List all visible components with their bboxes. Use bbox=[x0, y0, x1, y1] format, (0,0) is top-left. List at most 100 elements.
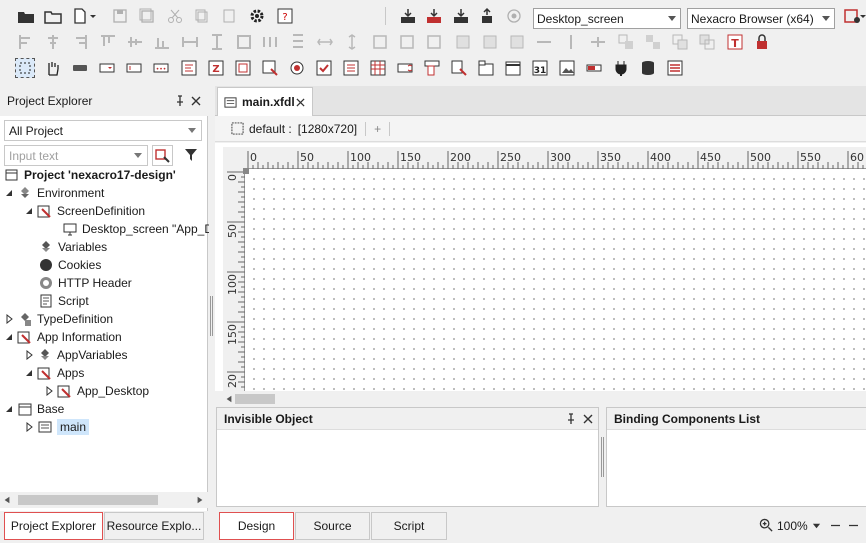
radio-component-icon[interactable] bbox=[287, 58, 307, 78]
listview-component-icon[interactable] bbox=[665, 58, 685, 78]
tree-item-environment[interactable]: Environment bbox=[4, 184, 104, 202]
tree-item-screendefinition[interactable]: ScreenDefinition bbox=[24, 202, 145, 220]
zoom-in-icon[interactable] bbox=[848, 521, 858, 530]
filter-icon[interactable] bbox=[184, 148, 198, 162]
hand-tool-icon[interactable] bbox=[43, 58, 63, 78]
save-icon[interactable] bbox=[110, 6, 130, 26]
stop-icon[interactable] bbox=[504, 6, 524, 26]
add-screen-button[interactable]: + bbox=[374, 122, 381, 136]
fit-top-icon[interactable] bbox=[453, 32, 473, 52]
collapse-arrow-icon[interactable] bbox=[24, 206, 34, 216]
anchor-right-icon[interactable] bbox=[397, 32, 417, 52]
same-size-icon[interactable] bbox=[234, 32, 254, 52]
move-center-icon[interactable] bbox=[588, 32, 608, 52]
grid-component-icon[interactable] bbox=[368, 58, 388, 78]
close-tab-icon[interactable] bbox=[296, 98, 305, 107]
form-canvas[interactable] bbox=[243, 168, 866, 391]
tree-horizontal-scrollbar[interactable] bbox=[0, 492, 208, 508]
dataset-component-icon[interactable] bbox=[638, 58, 658, 78]
align-middle-icon[interactable] bbox=[125, 32, 145, 52]
tree-item-script[interactable]: Script bbox=[38, 292, 89, 310]
zoom-control[interactable]: 100% bbox=[759, 518, 858, 533]
launch-browser-icon[interactable] bbox=[842, 6, 862, 26]
tree-item-app-information[interactable]: App Information bbox=[4, 328, 122, 346]
collapse-arrow-icon[interactable] bbox=[24, 368, 34, 378]
paste-icon[interactable] bbox=[219, 6, 239, 26]
tree-item-desktop-screen[interactable]: Desktop_screen "App_D bbox=[62, 220, 213, 238]
pin-icon[interactable] bbox=[174, 95, 186, 107]
expand-arrow-icon[interactable] bbox=[44, 386, 54, 396]
popupdiv-component-icon[interactable] bbox=[260, 58, 280, 78]
edit-component-icon[interactable] bbox=[124, 58, 144, 78]
send-back-icon[interactable] bbox=[697, 32, 717, 52]
form-origin-handle[interactable] bbox=[243, 168, 249, 174]
tree-item-main[interactable]: main bbox=[24, 418, 90, 436]
progressbar-component-icon[interactable] bbox=[584, 58, 604, 78]
fit-all-icon[interactable] bbox=[507, 32, 527, 52]
plugin-component-icon[interactable] bbox=[611, 58, 631, 78]
text-tool-icon[interactable]: T bbox=[725, 32, 745, 52]
popupmenu-component-icon[interactable] bbox=[449, 58, 469, 78]
tab-resource-explorer[interactable]: Resource Explo... bbox=[104, 512, 204, 540]
tree-item-app-desktop[interactable]: App_Desktop bbox=[44, 382, 149, 400]
tree-item-apps[interactable]: Apps bbox=[24, 364, 84, 382]
move-vertical-icon[interactable] bbox=[561, 32, 581, 52]
tree-item-project[interactable]: Project 'nexacro17-design' bbox=[4, 166, 176, 184]
copy-icon[interactable] bbox=[192, 6, 212, 26]
generate-icon[interactable] bbox=[424, 6, 444, 26]
anchor-left-icon[interactable] bbox=[370, 32, 390, 52]
scroll-left-icon[interactable] bbox=[3, 496, 11, 504]
screen-select[interactable]: Desktop_screen bbox=[533, 8, 681, 29]
align-bottom-icon[interactable] bbox=[152, 32, 172, 52]
search-input[interactable]: Input text bbox=[4, 145, 148, 166]
screen-size[interactable]: [1280x720] bbox=[298, 122, 357, 136]
expand-arrow-icon[interactable] bbox=[24, 350, 34, 360]
spin-component-icon[interactable] bbox=[395, 58, 415, 78]
tab-project-explorer[interactable]: Project Explorer bbox=[4, 512, 103, 540]
fit-bottom-icon[interactable] bbox=[480, 32, 500, 52]
combo-component-icon[interactable] bbox=[97, 58, 117, 78]
tree-item-http-header[interactable]: HTTP Header bbox=[38, 274, 132, 292]
close-icon[interactable] bbox=[190, 95, 202, 107]
tree-item-cookies[interactable]: Cookies bbox=[38, 256, 101, 274]
close-icon[interactable] bbox=[582, 413, 594, 425]
tab-script[interactable]: Script bbox=[371, 512, 447, 540]
open-folder-icon[interactable] bbox=[16, 6, 36, 26]
project-filter-select[interactable]: All Project bbox=[4, 120, 202, 141]
anchor-all-icon[interactable] bbox=[424, 32, 444, 52]
same-width-icon[interactable] bbox=[180, 32, 200, 52]
collapse-arrow-icon[interactable] bbox=[4, 188, 14, 198]
group-icon[interactable] bbox=[616, 32, 636, 52]
listbox-component-icon[interactable] bbox=[341, 58, 361, 78]
align-left-icon[interactable] bbox=[16, 32, 36, 52]
maskedit-component-icon[interactable]: ••• bbox=[151, 58, 171, 78]
static-component-icon[interactable]: Z bbox=[206, 58, 226, 78]
align-right-icon[interactable] bbox=[70, 32, 90, 52]
tree-item-variables[interactable]: Variables bbox=[38, 238, 107, 256]
move-horizontal-icon[interactable] bbox=[534, 32, 554, 52]
tab-design[interactable]: Design bbox=[219, 512, 294, 540]
tab-main-xfdl[interactable]: main.xfdl bbox=[217, 87, 313, 116]
design-horizontal-scrollbar[interactable] bbox=[215, 391, 866, 407]
align-center-icon[interactable] bbox=[43, 32, 63, 52]
textarea-component-icon[interactable] bbox=[179, 58, 199, 78]
tab-source[interactable]: Source bbox=[295, 512, 370, 540]
settings-gear-icon[interactable] bbox=[247, 6, 267, 26]
save-all-icon[interactable] bbox=[137, 6, 157, 26]
bring-front-icon[interactable] bbox=[670, 32, 690, 52]
browser-select[interactable]: Nexacro Browser (x64) bbox=[687, 8, 835, 29]
cut-icon[interactable] bbox=[165, 6, 185, 26]
scroll-thumb[interactable] bbox=[18, 495, 158, 505]
scroll-left-icon[interactable] bbox=[225, 395, 233, 403]
menu-component-icon[interactable] bbox=[422, 58, 442, 78]
select-tool-icon[interactable] bbox=[15, 58, 35, 78]
space-horizontal-icon[interactable] bbox=[261, 32, 281, 52]
expand-arrow-icon[interactable] bbox=[4, 314, 14, 324]
zoom-dropdown-icon[interactable] bbox=[812, 521, 821, 530]
zoom-out-icon[interactable] bbox=[830, 521, 840, 530]
pin-icon[interactable] bbox=[565, 413, 577, 425]
new-file-dropdown-icon[interactable] bbox=[88, 6, 98, 26]
scroll-thumb[interactable] bbox=[235, 394, 275, 404]
scroll-right-icon[interactable] bbox=[196, 496, 204, 504]
expand-arrow-icon[interactable] bbox=[24, 422, 34, 432]
